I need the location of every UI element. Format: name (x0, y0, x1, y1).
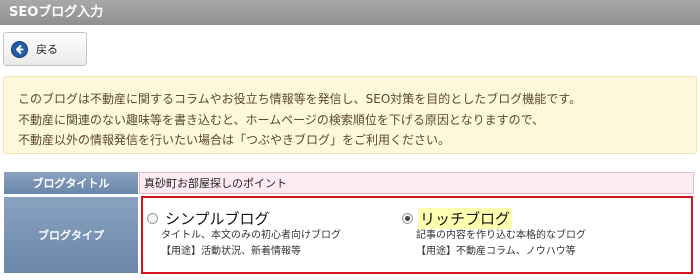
notice-box: このブログは不動産に関するコラムやお役立ち情報等を発信し、SEO対策を目的とした… (3, 76, 697, 154)
notice-line: このブログは不動産に関するコラムやお役立ち情報等を発信し、SEO対策を目的とした… (18, 92, 582, 106)
option-description: 記事の内容を作り込む本格的なブログ (416, 230, 586, 241)
blog-type-option-rich[interactable]: リッチブログ 記事の内容を作り込む本格的なブログ 【用途】不動産コラム、ノウハウ… (402, 207, 586, 260)
option-description: タイトル、本文のみの初心者向けブログ (161, 230, 341, 241)
option-usage: 【用途】不動産コラム、ノウハウ等 (416, 246, 576, 257)
radio-simple[interactable] (147, 212, 158, 224)
blog-title-label: ブログタイトル (4, 172, 138, 194)
blog-type-label: ブログタイプ (4, 197, 138, 273)
option-usage: 【用途】活動状況、新着情報等 (161, 246, 301, 257)
blog-type-option-simple[interactable]: シンプルブログ タイトル、本文のみの初心者向けブログ 【用途】活動状況、新着情報… (147, 208, 341, 260)
back-button-label: 戻る (36, 43, 58, 56)
notice-line: 不動産以外の情報発信を行いたい場合は「つぶやきブログ」をご利用ください。 (18, 133, 451, 147)
window-title: SEOブログ入力 (0, 0, 700, 25)
arrow-left-icon (11, 40, 28, 58)
option-title: リッチブログ (418, 207, 513, 229)
notice-line: 不動産に関連のない趣味等を書き込むと、ホームページの検索順位を下げる原因となりま… (18, 112, 545, 127)
blog-title-input[interactable] (139, 172, 694, 194)
back-button[interactable]: 戻る (3, 32, 87, 66)
blog-type-selector: シンプルブログ タイトル、本文のみの初心者向けブログ 【用途】活動状況、新着情報… (141, 196, 693, 274)
option-title: シンプルブログ (165, 209, 270, 228)
radio-rich[interactable] (402, 212, 413, 224)
